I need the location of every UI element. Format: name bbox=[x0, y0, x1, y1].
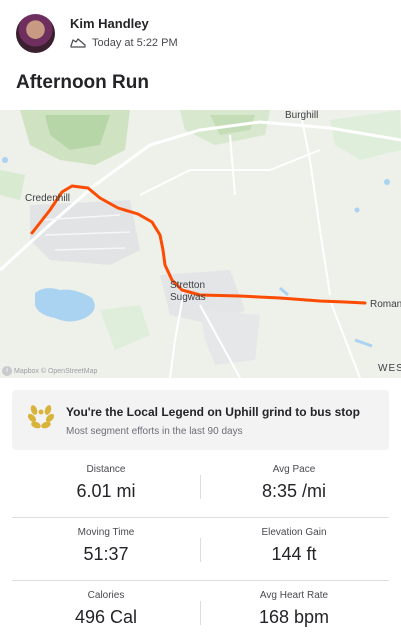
road bbox=[229, 134, 236, 196]
stat-value: 51:37 bbox=[83, 544, 129, 564]
map-label-burghill: Burghill bbox=[285, 110, 319, 121]
stat-label: Moving Time bbox=[77, 527, 135, 538]
road bbox=[299, 110, 331, 296]
local-legend-subtitle: Most segment efforts in the last 90 days bbox=[66, 426, 243, 437]
activity-title: Afternoon Run bbox=[16, 72, 149, 93]
route-map[interactable]: Burghill Credenhill Stretton Sugwas Roma… bbox=[0, 110, 401, 378]
map-canvas bbox=[0, 110, 401, 378]
stat-label: Avg Pace bbox=[272, 464, 316, 475]
park-area bbox=[100, 305, 150, 350]
map-label-roman: Roman bbox=[370, 299, 401, 310]
stat-row: Distance 6.01 mi Avg Pace 8:35 /mi bbox=[12, 455, 389, 518]
stream bbox=[279, 286, 289, 297]
stat-label: Distance bbox=[86, 464, 126, 475]
attribution-text: Mapbox © OpenStreetMap bbox=[14, 367, 98, 375]
stat-row: Moving Time 51:37 Elevation Gain 144 ft bbox=[12, 518, 389, 581]
stat-avg-pace: Avg Pace 8:35 /mi bbox=[200, 455, 388, 518]
map-label-sugwas: Sugwas bbox=[170, 292, 206, 303]
stat-moving-time: Moving Time 51:37 bbox=[12, 518, 200, 581]
lake bbox=[35, 288, 95, 322]
park-area bbox=[0, 170, 25, 200]
town-area bbox=[200, 310, 260, 365]
map-label-wes: WES bbox=[378, 363, 401, 374]
stat-value: 144 ft bbox=[271, 544, 317, 564]
info-icon[interactable]: i bbox=[2, 366, 12, 376]
map-label-credenhill: Credenhill bbox=[25, 193, 71, 204]
local-legend-title: You're the Local Legend on Uphill grind … bbox=[66, 405, 360, 419]
pond bbox=[2, 157, 8, 163]
local-legend-card[interactable]: You're the Local Legend on Uphill grind … bbox=[12, 390, 389, 450]
shoe-icon bbox=[70, 38, 86, 48]
pond bbox=[384, 179, 390, 185]
avatar[interactable] bbox=[16, 14, 55, 53]
stats-grid: Distance 6.01 mi Avg Pace 8:35 /mi Movin… bbox=[12, 455, 389, 640]
stream bbox=[354, 338, 373, 348]
stat-value: 168 bpm bbox=[258, 607, 330, 627]
stat-label: Avg Heart Rate bbox=[259, 590, 329, 601]
pond bbox=[354, 207, 360, 213]
stat-label: Elevation Gain bbox=[261, 527, 327, 538]
athlete-name[interactable]: Kim Handley bbox=[70, 16, 149, 31]
stat-avg-heart-rate: Avg Heart Rate 168 bpm bbox=[200, 581, 388, 640]
stat-label: Calories bbox=[87, 590, 125, 601]
stat-value: 8:35 /mi bbox=[261, 481, 327, 501]
stat-distance: Distance 6.01 mi bbox=[12, 455, 200, 518]
map-label-stretton: Stretton bbox=[170, 280, 206, 291]
stat-calories: Calories 496 Cal bbox=[12, 581, 200, 640]
activity-header: Kim Handley Today at 5:22 PM bbox=[0, 0, 401, 60]
stat-row: Calories 496 Cal Avg Heart Rate 168 bpm bbox=[12, 581, 389, 640]
stat-elevation-gain: Elevation Gain 144 ft bbox=[200, 518, 388, 581]
laurel-icon bbox=[27, 405, 55, 429]
map-attribution[interactable]: i Mapbox © OpenStreetMap bbox=[2, 366, 97, 376]
stat-value: 6.01 mi bbox=[76, 481, 136, 501]
activity-timestamp: Today at 5:22 PM bbox=[92, 37, 178, 49]
stat-value: 496 Cal bbox=[74, 607, 138, 627]
road bbox=[139, 149, 321, 196]
activity-meta: Today at 5:22 PM bbox=[70, 37, 178, 49]
